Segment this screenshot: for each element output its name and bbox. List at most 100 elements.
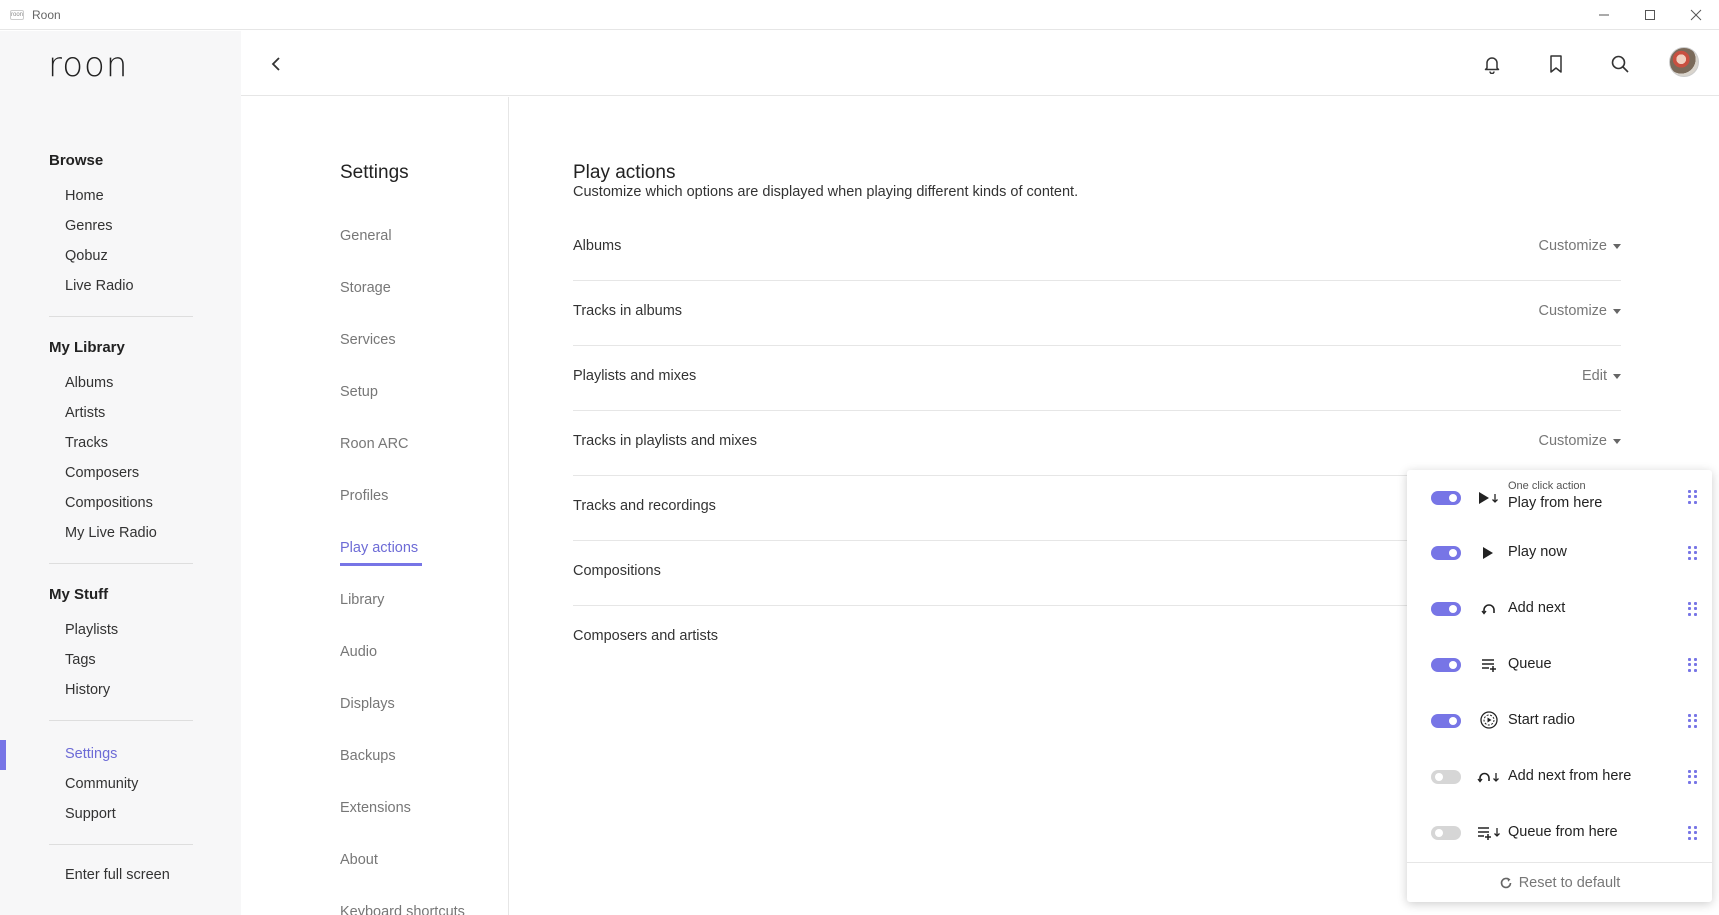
dropdown-label: Edit (1582, 368, 1607, 384)
search-button[interactable] (1605, 49, 1635, 79)
avatar[interactable] (1669, 47, 1699, 77)
sidebar-item-tracks[interactable]: Tracks (65, 435, 108, 451)
drag-handle-icon[interactable] (1688, 546, 1698, 560)
toggle-switch[interactable] (1431, 714, 1461, 728)
toggle-switch[interactable] (1431, 602, 1461, 616)
drag-handle-icon[interactable] (1688, 826, 1698, 840)
sidebar-item-qobuz[interactable]: Qobuz (65, 248, 108, 264)
divider (49, 563, 193, 564)
bell-icon (1484, 57, 1500, 74)
toggle-switch[interactable] (1431, 546, 1461, 560)
popup-item-add-next-from-here: Add next from here (1407, 750, 1712, 806)
close-icon (1690, 9, 1702, 21)
settings-item-keyboard-shortcuts[interactable]: Keyboard shortcuts (340, 904, 465, 915)
customize-dropdown[interactable]: Customize (1539, 238, 1621, 254)
page-subtitle: Customize which options are displayed wh… (573, 184, 1079, 200)
row-label: Albums (573, 238, 622, 254)
caret-down-icon (1613, 438, 1621, 444)
drag-handle-icon[interactable] (1688, 714, 1698, 728)
sidebar-item-settings[interactable]: Settings (65, 746, 117, 762)
settings-item-roon-arc[interactable]: Roon ARC (340, 436, 409, 452)
toggle-switch[interactable] (1431, 491, 1461, 505)
settings-item-audio[interactable]: Audio (340, 644, 377, 660)
toggle-switch[interactable] (1431, 826, 1461, 840)
settings-active-bar (0, 740, 6, 770)
enter-full-screen-button[interactable]: Enter full screen (65, 867, 170, 883)
app-icon: roon (10, 9, 24, 20)
browse-heading: Browse (49, 152, 104, 169)
settings-item-general[interactable]: General (340, 228, 392, 244)
popup-item-label: Play now (1508, 544, 1567, 560)
popup-item-add-next: Add next (1407, 582, 1712, 638)
sidebar-item-tags[interactable]: Tags (65, 652, 96, 668)
sidebar-item-my-live-radio[interactable]: My Live Radio (65, 525, 157, 541)
row-label: Tracks and recordings (573, 498, 716, 514)
sidebar-item-composers[interactable]: Composers (65, 465, 139, 481)
back-button[interactable] (261, 49, 291, 79)
play-action-row-tracks-in-playlists: Tracks in playlists and mixes Customize (573, 411, 1621, 476)
close-button[interactable] (1673, 0, 1719, 30)
sidebar-item-community[interactable]: Community (65, 776, 138, 792)
settings-item-backups[interactable]: Backups (340, 748, 396, 764)
settings-item-about[interactable]: About (340, 852, 378, 868)
dropdown-label: Customize (1538, 303, 1608, 319)
popup-item-label: Queue (1508, 656, 1552, 672)
popup-item-queue: Queue (1407, 638, 1712, 694)
popup-item-play-from-here: One click action Play from here (1407, 470, 1712, 526)
minimize-button[interactable] (1581, 0, 1627, 30)
drag-handle-icon[interactable] (1688, 658, 1698, 672)
bookmark-icon (1550, 55, 1562, 73)
roon-logo: roon (48, 45, 129, 85)
drag-handle-icon[interactable] (1688, 770, 1698, 784)
caret-down-icon (1613, 373, 1621, 379)
divider (49, 720, 193, 721)
sidebar-item-compositions[interactable]: Compositions (65, 495, 153, 511)
popup-item-label: Add next (1508, 600, 1566, 616)
settings-item-extensions[interactable]: Extensions (340, 800, 411, 816)
toggle-switch[interactable] (1431, 658, 1461, 672)
sidebar-item-genres[interactable]: Genres (65, 218, 113, 234)
popup-item-label: Add next from here (1508, 768, 1632, 784)
settings-item-profiles[interactable]: Profiles (340, 488, 388, 504)
play-actions-popup: One click action Play from here Play now… (1407, 470, 1712, 902)
chevron-left-icon (271, 57, 280, 71)
divider (49, 844, 193, 845)
minimize-icon (1599, 14, 1609, 16)
edit-dropdown[interactable]: Edit (1582, 368, 1621, 384)
divider (49, 316, 193, 317)
popup-item-play-now: Play now (1407, 526, 1712, 582)
sidebar-item-home[interactable]: Home (65, 188, 104, 204)
sidebar-item-support[interactable]: Support (65, 806, 116, 822)
maximize-icon (1645, 10, 1655, 20)
bookmarks-button[interactable] (1541, 49, 1571, 79)
reset-to-default-button[interactable]: Reset to default (1407, 862, 1712, 902)
add-next-from-here-icon (1477, 767, 1501, 787)
sidebar-item-playlists[interactable]: Playlists (65, 622, 118, 638)
customize-dropdown[interactable]: Customize (1538, 433, 1621, 449)
settings-item-storage[interactable]: Storage (340, 280, 391, 296)
settings-item-play-actions[interactable]: Play actions (340, 540, 418, 556)
sidebar-item-artists[interactable]: Artists (65, 405, 105, 421)
sidebar-item-history[interactable]: History (65, 682, 110, 698)
settings-item-setup[interactable]: Setup (340, 384, 378, 400)
settings-item-library[interactable]: Library (340, 592, 384, 608)
settings-item-services[interactable]: Services (340, 332, 396, 348)
drag-handle-icon[interactable] (1688, 602, 1698, 616)
sidebar-item-albums[interactable]: Albums (65, 375, 113, 391)
customize-dropdown[interactable]: Customize (1538, 303, 1621, 319)
sidebar-item-live-radio[interactable]: Live Radio (65, 278, 134, 294)
reset-icon (1500, 877, 1512, 888)
sidebar: roon Browse Home Genres Qobuz Live Radio… (0, 31, 241, 915)
notifications-button[interactable] (1477, 49, 1507, 79)
title-bar: roon Roon (0, 0, 1719, 30)
popup-item-label: Start radio (1508, 712, 1575, 728)
drag-handle-icon[interactable] (1688, 490, 1698, 504)
play-from-here-icon (1477, 488, 1501, 508)
dropdown-label: Customize (1538, 433, 1608, 449)
maximize-button[interactable] (1627, 0, 1673, 30)
play-action-row-tracks-in-albums: Tracks in albums Customize (573, 281, 1621, 346)
toggle-switch[interactable] (1431, 770, 1461, 784)
radio-icon (1477, 710, 1501, 730)
settings-item-displays[interactable]: Displays (340, 696, 395, 712)
page-title: Play actions (573, 162, 676, 183)
